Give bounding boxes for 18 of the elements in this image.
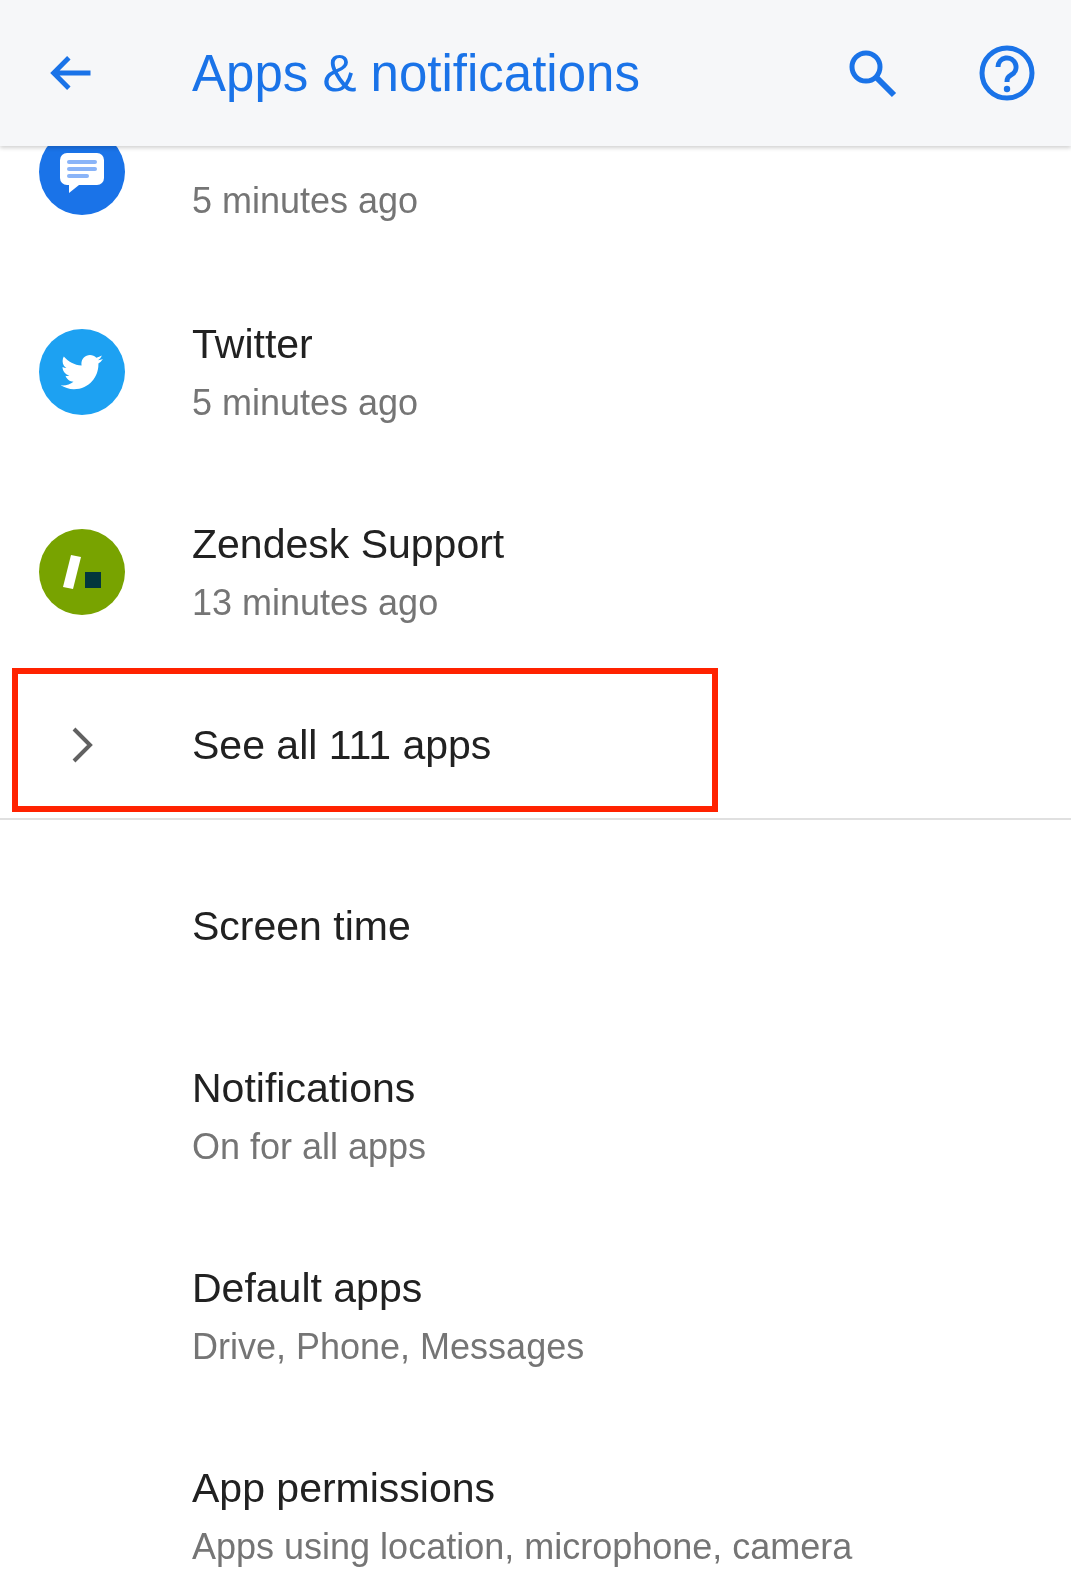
app-name: Twitter	[192, 320, 314, 368]
app-logo-icon	[39, 529, 125, 615]
setting-title: Screen time	[192, 902, 411, 950]
see-all-apps-link[interactable]: See all 111 apps	[192, 721, 492, 769]
setting-title: Default apps	[192, 1264, 424, 1312]
setting-title: App permissions	[192, 1464, 497, 1512]
last-used-time: 13 minutes ago	[192, 581, 440, 624]
help-icon[interactable]	[978, 44, 1036, 102]
last-used-time: 5 minutes ago	[192, 381, 419, 424]
last-used-time: 5 minutes ago	[192, 180, 419, 222]
setting-title: Notifications	[192, 1064, 417, 1112]
app-name: Zendesk Support	[192, 520, 505, 568]
page-title: Apps & notifications	[192, 43, 641, 103]
setting-summary: Apps using location, microphone, camera	[192, 1525, 853, 1568]
chevron-right-icon	[70, 725, 94, 765]
bird-icon	[39, 329, 125, 415]
setting-summary: On for all apps	[192, 1125, 427, 1168]
setting-summary: Drive, Phone, Messages	[192, 1325, 585, 1368]
